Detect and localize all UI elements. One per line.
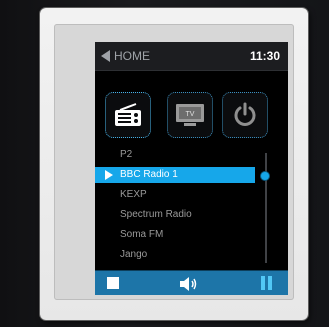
tv-source-button[interactable]: TV xyxy=(167,92,213,138)
station-item[interactable]: Spectrum Radio xyxy=(95,207,255,223)
play-indicator-icon xyxy=(105,170,113,180)
playback-bar xyxy=(95,270,288,295)
station-item[interactable]: Jango xyxy=(95,247,255,263)
station-item[interactable]: KEXP xyxy=(95,187,255,203)
station-item[interactable]: P2 xyxy=(95,147,255,163)
home-label: HOME xyxy=(114,49,150,63)
source-buttons: TV xyxy=(95,92,288,140)
scroll-track[interactable] xyxy=(265,153,267,263)
station-list: P2 BBC Radio 1 KEXP Spectrum Radio Soma … xyxy=(95,145,288,270)
tv-icon: TV xyxy=(176,104,204,126)
station-item-selected[interactable]: BBC Radio 1 xyxy=(95,167,255,183)
top-bar: HOME 11:30 xyxy=(95,42,288,71)
pause-icon xyxy=(268,276,272,290)
tv-label: TV xyxy=(186,111,195,118)
home-button[interactable]: HOME xyxy=(101,48,150,64)
radio-source-button[interactable] xyxy=(105,92,151,138)
power-button[interactable] xyxy=(222,92,268,138)
station-item[interactable]: Soma FM xyxy=(95,227,255,243)
volume-button[interactable] xyxy=(179,276,199,292)
radio-icon xyxy=(115,103,141,126)
scroll-thumb[interactable] xyxy=(261,172,269,180)
power-icon xyxy=(234,102,256,126)
touch-screen: HOME 11:30 TV P2 BBC Radio 1 KEXP Spectr… xyxy=(95,42,288,295)
stop-button[interactable] xyxy=(107,277,119,289)
clock: 11:30 xyxy=(249,49,280,63)
station-label: BBC Radio 1 xyxy=(120,169,178,180)
pause-icon xyxy=(261,276,265,290)
back-arrow-icon xyxy=(101,50,110,62)
volume-icon xyxy=(180,277,197,291)
pause-button[interactable] xyxy=(261,276,273,290)
